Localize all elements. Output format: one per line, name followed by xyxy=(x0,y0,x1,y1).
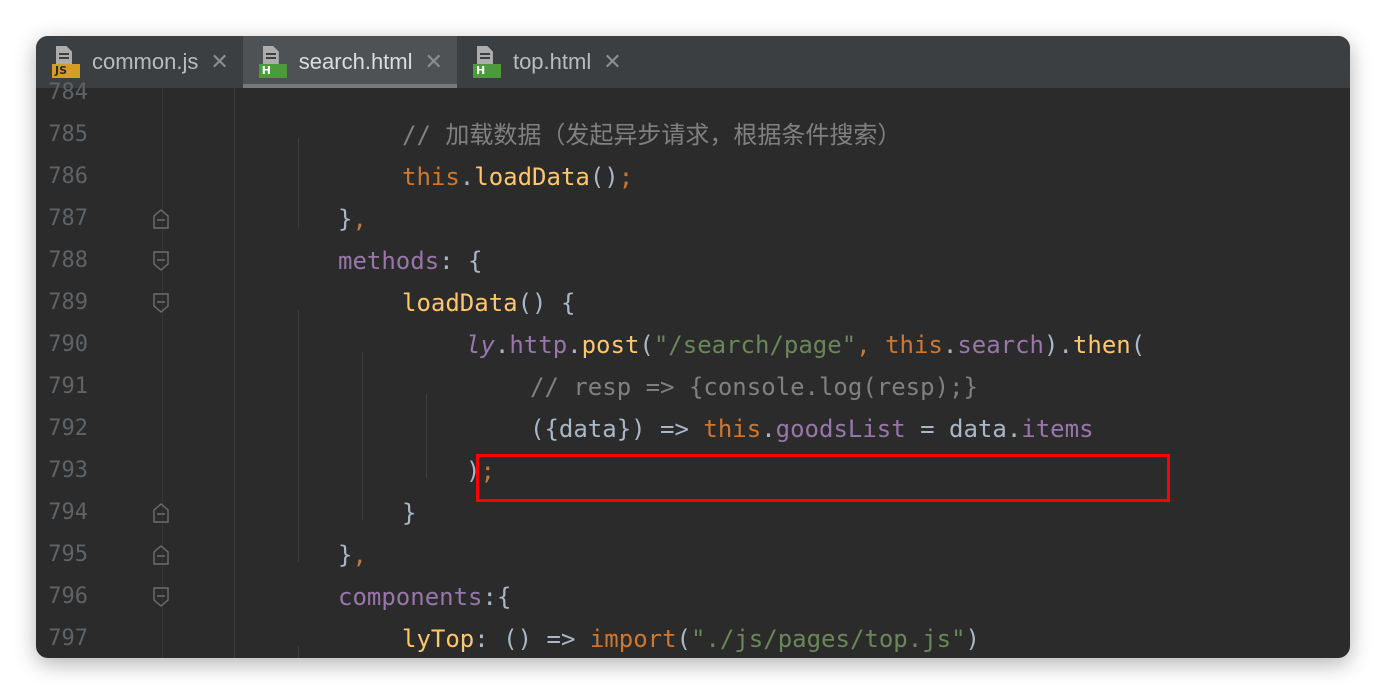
code-token: // resp => {console.log(resp);} xyxy=(530,373,978,401)
code-token: goodsList xyxy=(775,415,906,443)
code-text: }, xyxy=(338,534,367,576)
code-token: ly xyxy=(466,331,495,359)
code-line: 791 // resp => {console.log(resp);} xyxy=(36,366,1350,408)
code-token: ) xyxy=(965,625,980,653)
code-text: // resp => {console.log(resp);} xyxy=(530,366,978,408)
code-token: items xyxy=(1021,415,1094,443)
ide-window: JS common.js ✕ Hsearch.html ✕ Htop.html ✕ 784 7… xyxy=(36,36,1350,658)
code-line: 785 // 加载数据（发起异步请求，根据条件搜索） xyxy=(36,114,1350,156)
code-token: :{ xyxy=(482,583,512,611)
code-token: ( xyxy=(676,625,691,653)
close-icon[interactable]: ✕ xyxy=(603,50,621,75)
code-line: 787}, xyxy=(36,198,1350,240)
line-number: 788 xyxy=(48,248,88,273)
close-icon[interactable]: ✕ xyxy=(210,50,228,75)
code-token: loadData xyxy=(402,289,518,317)
code-token: search xyxy=(957,331,1045,359)
line-number: 789 xyxy=(48,290,88,315)
code-token: this xyxy=(402,163,460,191)
code-token: ({data}) => xyxy=(530,415,704,443)
code-token: lyTop xyxy=(402,625,475,653)
code-token: ; xyxy=(618,163,634,191)
code-token: () { xyxy=(517,289,576,317)
line-number: 793 xyxy=(48,458,88,483)
code-token: import xyxy=(589,625,677,653)
code-text: ({data}) => this.goodsList = data.items xyxy=(530,408,1094,450)
code-token: , xyxy=(352,541,367,569)
fold-open-icon[interactable] xyxy=(152,292,170,314)
code-token: . xyxy=(567,331,582,359)
code-token: . xyxy=(942,331,958,359)
code-text: this.loadData(); xyxy=(402,156,633,198)
code-token: http xyxy=(509,331,568,359)
code-token: , xyxy=(352,205,367,233)
code-token: } xyxy=(402,499,417,527)
code-token: ). xyxy=(1044,331,1073,359)
code-token: . xyxy=(459,163,475,191)
code-text: lyTop: () => import("./js/pages/top.js") xyxy=(402,618,980,658)
code-text: }, xyxy=(338,198,367,240)
code-line: 786 this.loadData(); xyxy=(36,156,1350,198)
fold-end-icon[interactable] xyxy=(152,544,170,566)
code-line: 784 xyxy=(36,72,1350,114)
line-number: 786 xyxy=(48,164,88,189)
code-token: ( xyxy=(1130,331,1146,359)
code-token: then xyxy=(1072,331,1131,359)
code-token: } xyxy=(338,205,353,233)
line-number: 797 xyxy=(48,626,88,651)
line-number: 792 xyxy=(48,416,88,441)
code-text: loadData() { xyxy=(402,282,575,324)
code-token: post xyxy=(581,331,640,359)
fold-open-icon[interactable] xyxy=(152,586,170,608)
code-token: this xyxy=(703,415,762,443)
code-token: : { xyxy=(439,247,483,275)
code-token: : () => xyxy=(474,625,590,653)
line-number: 785 xyxy=(48,122,88,147)
code-line: 796 components:{ xyxy=(36,576,1350,618)
code-token: components xyxy=(338,583,483,611)
code-line: 789 loadData() { xyxy=(36,282,1350,324)
code-editor[interactable]: 784 785// 加载数据（发起异步请求，根据条件搜索） 786 this.load… xyxy=(36,80,1350,658)
fold-end-icon[interactable] xyxy=(152,208,170,230)
code-token: , xyxy=(856,331,886,359)
line-number: 791 xyxy=(48,374,88,399)
code-token: loadData xyxy=(474,163,590,191)
line-number: 795 xyxy=(48,542,88,567)
line-number: 787 xyxy=(48,206,88,231)
code-line: 792 ({data}) => this.goodsList = data.ite… xyxy=(36,408,1350,450)
code-token: () xyxy=(589,163,619,191)
code-token: . xyxy=(494,331,510,359)
line-number: 794 xyxy=(48,500,88,525)
fold-open-icon[interactable] xyxy=(152,250,170,272)
code-line: 797 lyTop: () => import("./js/pages/top.j… xyxy=(36,618,1350,658)
fold-end-icon[interactable] xyxy=(152,502,170,524)
code-line: 788 methods: { xyxy=(36,240,1350,282)
code-line: 795}, xyxy=(36,534,1350,576)
line-number: 796 xyxy=(48,584,88,609)
code-text: components:{ xyxy=(338,576,511,618)
code-token: ( xyxy=(639,331,654,359)
line-number: 784 xyxy=(48,80,88,105)
code-text: methods: { xyxy=(338,240,483,282)
code-token: = data. xyxy=(905,415,1022,443)
close-icon[interactable]: ✕ xyxy=(425,50,443,75)
code-token: "/search/page" xyxy=(653,331,857,359)
code-text: // 加载数据（发起异步请求，根据条件搜索） xyxy=(402,114,901,156)
code-lines: 784 785// 加载数据（发起异步请求，根据条件搜索） 786 this.load… xyxy=(36,72,1350,658)
code-token: } xyxy=(338,541,353,569)
code-text: } xyxy=(402,492,416,534)
code-token: this xyxy=(885,331,943,359)
code-token: // 加载数据（发起异步请求，根据条件搜索） xyxy=(402,121,902,149)
highlight-box xyxy=(476,454,1170,502)
code-token: methods xyxy=(338,247,440,275)
code-text: ly.http.post("/search/page", this.search… xyxy=(466,324,1145,366)
line-number: 790 xyxy=(48,332,88,357)
code-line: 790 ly.http.post("/search/page", this.sea… xyxy=(36,324,1350,366)
code-token: "./js/pages/top.js" xyxy=(691,625,966,653)
code-token: . xyxy=(761,415,776,443)
